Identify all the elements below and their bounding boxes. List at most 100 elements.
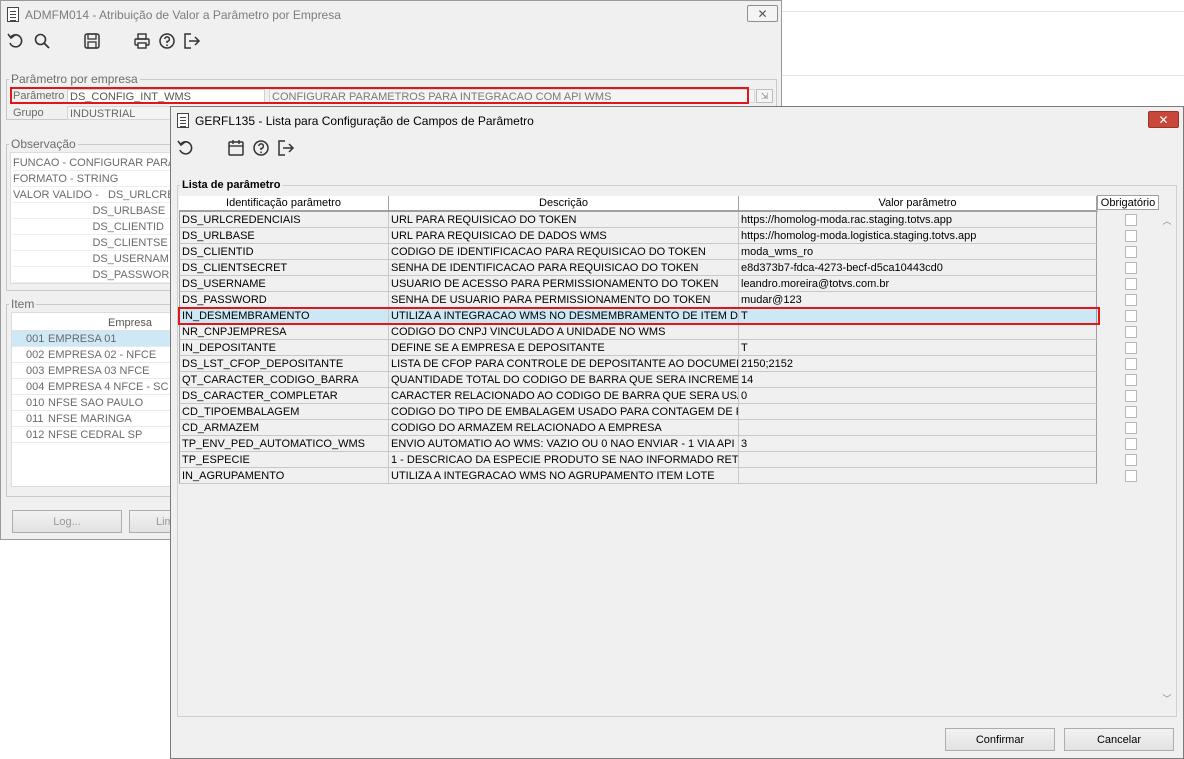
cell-descricao[interactable]: SENHA DE USUARIO PARA PERMISSIONAMENTO D… <box>389 292 739 308</box>
cell-identificacao[interactable]: TP_ENV_PED_AUTOMATICO_WMS <box>179 436 389 452</box>
cell-identificacao[interactable]: DS_CLIENTSECRET <box>179 260 389 276</box>
cell-identificacao[interactable]: IN_DEPOSITANTE <box>179 340 389 356</box>
table-row[interactable]: DS_URLBASE URL PARA REQUISICAO DE DADOS W… <box>179 228 1098 244</box>
column-header[interactable]: Obrigatório <box>1097 195 1159 210</box>
cell-valor[interactable]: https://homolog-moda.logistica.staging.t… <box>739 228 1097 244</box>
cell-descricao[interactable]: CODIGO DO CNPJ VINCULADO A UNIDADE NO WM… <box>389 324 739 340</box>
cell-identificacao[interactable]: QT_CARACTER_CODIGO_BARRA <box>179 372 389 388</box>
column-header[interactable]: Valor parâmetro <box>739 196 1097 211</box>
cell-identificacao[interactable]: TP_ESPECIE <box>179 452 389 468</box>
cell-identificacao[interactable]: IN_AGRUPAMENTO <box>179 468 389 484</box>
scroll-up-icon[interactable]: ︿ <box>1161 214 1173 226</box>
cell-valor[interactable]: e8d373b7-fdca-4273-becf-d5ca10443cd0 <box>739 260 1097 276</box>
cell-identificacao[interactable]: DS_CLIENTID <box>179 244 389 260</box>
cancel-button[interactable]: Cancelar <box>1064 728 1174 751</box>
lookup-button[interactable]: ⇲ <box>756 89 773 103</box>
cell-descricao[interactable]: USUARIO DE ACESSO PARA PERMISSIONAMENTO … <box>389 276 739 292</box>
help-icon[interactable] <box>251 138 271 158</box>
print-icon[interactable] <box>132 31 152 51</box>
cell-descricao[interactable]: CODIGO DE IDENTIFICACAO PARA REQUISICAO … <box>389 244 739 260</box>
table-row[interactable]: CD_ARMAZEM CODIGO DO ARMAZEM RELACIONADO … <box>179 420 1098 436</box>
table-row[interactable]: DS_PASSWORD SENHA DE USUARIO PARA PERMISS… <box>179 292 1098 308</box>
undo-icon[interactable] <box>176 138 196 158</box>
table-row[interactable]: IN_DEPOSITANTE DEFINE SE A EMPRESA E DEPO… <box>179 340 1098 356</box>
cell-identificacao[interactable]: DS_URLBASE <box>179 228 389 244</box>
cell-identificacao[interactable]: DS_USERNAME <box>179 276 389 292</box>
cell-identificacao[interactable]: DS_URLCREDENCIAIS <box>179 212 389 228</box>
obrigatorio-checkbox[interactable] <box>1125 422 1137 434</box>
cell-identificacao[interactable]: NR_CNPJEMPRESA <box>179 324 389 340</box>
cell-identificacao[interactable]: CD_TIPOEMBALAGEM <box>179 404 389 420</box>
cell-descricao[interactable]: 1 - DESCRICAO DA ESPECIE PRODUTO SE NAO … <box>389 452 739 468</box>
cell-descricao[interactable]: ENVIO AUTOMATIO AO WMS: VAZIO OU 0 NAO E… <box>389 436 739 452</box>
obrigatorio-checkbox[interactable] <box>1125 374 1137 386</box>
save-icon[interactable] <box>82 31 102 51</box>
calendar-icon[interactable] <box>226 138 246 158</box>
obrigatorio-checkbox[interactable] <box>1125 438 1137 450</box>
cell-valor[interactable]: moda_wms_ro <box>739 244 1097 260</box>
table-row[interactable]: DS_CLIENTSECRET SENHA DE IDENTIFICACAO PA… <box>179 260 1098 276</box>
exit-icon[interactable] <box>276 138 296 158</box>
column-header[interactable]: Descrição <box>389 196 739 211</box>
cell-valor[interactable]: T <box>739 340 1097 356</box>
cell-valor[interactable]: leandro.moreira@totvs.com.br <box>739 276 1097 292</box>
obrigatorio-checkbox[interactable] <box>1125 214 1137 226</box>
log-button[interactable]: Log... <box>12 510 122 533</box>
cell-valor[interactable]: mudar@123 <box>739 292 1097 308</box>
table-row[interactable]: DS_CLIENTID CODIGO DE IDENTIFICACAO PARA … <box>179 244 1098 260</box>
cell-valor[interactable]: 2150;2152 <box>739 356 1097 372</box>
table-row[interactable]: DS_CARACTER_COMPLETAR CARACTER RELACIONAD… <box>179 388 1098 404</box>
cell-identificacao[interactable]: DS_PASSWORD <box>179 292 389 308</box>
obrigatorio-checkbox[interactable] <box>1125 358 1137 370</box>
table-row[interactable]: QT_CARACTER_CODIGO_BARRA QUANTIDADE TOTAL… <box>179 372 1098 388</box>
cell-descricao[interactable]: URL PARA REQUISICAO DO TOKEN <box>389 212 739 228</box>
obrigatorio-checkbox[interactable] <box>1125 342 1137 354</box>
close-button[interactable]: ✕ <box>747 5 778 22</box>
cell-descricao[interactable]: CARACTER RELACIONADO AO CODIGO DE BARRA … <box>389 388 739 404</box>
table-row[interactable]: DS_USERNAME USUARIO DE ACESSO PARA PERMIS… <box>179 276 1098 292</box>
confirm-button[interactable]: Confirmar <box>945 728 1055 751</box>
exit-icon[interactable] <box>182 31 202 51</box>
cell-descricao[interactable]: URL PARA REQUISICAO DE DADOS WMS <box>389 228 739 244</box>
obrigatorio-checkbox[interactable] <box>1125 262 1137 274</box>
table-row[interactable]: TP_ENV_PED_AUTOMATICO_WMS ENVIO AUTOMATIO… <box>179 436 1098 452</box>
obrigatorio-checkbox[interactable] <box>1125 246 1137 258</box>
obrigatorio-checkbox[interactable] <box>1125 326 1137 338</box>
cell-valor[interactable] <box>739 468 1097 484</box>
cell-descricao[interactable]: SENHA DE IDENTIFICACAO PARA REQUISICAO D… <box>389 260 739 276</box>
table-row[interactable]: CD_TIPOEMBALAGEM CODIGO DO TIPO DE EMBALA… <box>179 404 1098 420</box>
cell-valor[interactable]: https://homolog-moda.rac.staging.totvs.a… <box>739 212 1097 228</box>
cell-descricao[interactable]: LISTA DE CFOP PARA CONTROLE DE DEPOSITAN… <box>389 356 739 372</box>
obrigatorio-checkbox[interactable] <box>1125 310 1137 322</box>
cell-identificacao[interactable]: CD_ARMAZEM <box>179 420 389 436</box>
table-row[interactable]: DS_URLCREDENCIAIS URL PARA REQUISICAO DO … <box>179 212 1098 228</box>
cell-identificacao[interactable]: DS_LST_CFOP_DEPOSITANTE <box>179 356 389 372</box>
cell-descricao[interactable]: CODIGO DO ARMAZEM RELACIONADO A EMPRESA <box>389 420 739 436</box>
undo-icon[interactable] <box>6 31 26 51</box>
cell-identificacao[interactable]: DS_CARACTER_COMPLETAR <box>179 388 389 404</box>
obrigatorio-checkbox[interactable] <box>1125 454 1137 466</box>
table-row[interactable]: DS_LST_CFOP_DEPOSITANTE LISTA DE CFOP PAR… <box>179 356 1098 372</box>
obrigatorio-checkbox[interactable] <box>1125 390 1137 402</box>
table-row[interactable]: NR_CNPJEMPRESA CODIGO DO CNPJ VINCULADO A… <box>179 324 1098 340</box>
obrigatorio-checkbox[interactable] <box>1125 294 1137 306</box>
cell-valor[interactable] <box>739 420 1097 436</box>
obrigatorio-checkbox[interactable] <box>1125 278 1137 290</box>
cell-valor[interactable]: 0 <box>739 388 1097 404</box>
cell-descricao[interactable]: UTILIZA A INTEGRACAO WMS NO AGRUPAMENTO … <box>389 468 739 484</box>
cell-valor[interactable] <box>739 452 1097 468</box>
table-row[interactable]: IN_AGRUPAMENTO UTILIZA A INTEGRACAO WMS N… <box>179 468 1098 484</box>
cell-descricao[interactable]: DEFINE SE A EMPRESA E DEPOSITANTE <box>389 340 739 356</box>
table-row[interactable]: TP_ESPECIE 1 - DESCRICAO DA ESPECIE PRODU… <box>179 452 1098 468</box>
cell-valor[interactable]: 3 <box>739 436 1097 452</box>
cell-descricao[interactable]: QUANTIDADE TOTAL DO CODIGO DE BARRA QUE … <box>389 372 739 388</box>
help-icon[interactable] <box>157 31 177 51</box>
obrigatorio-checkbox[interactable] <box>1125 406 1137 418</box>
scroll-down-icon[interactable]: ﹀ <box>1161 692 1173 704</box>
obrigatorio-checkbox[interactable] <box>1125 470 1137 482</box>
cell-valor[interactable]: 14 <box>739 372 1097 388</box>
cell-valor[interactable] <box>739 324 1097 340</box>
column-header[interactable]: Identificação parâmetro <box>179 196 389 211</box>
search-icon[interactable] <box>32 31 52 51</box>
cell-descricao[interactable]: CODIGO DO TIPO DE EMBALAGEM USADO PARA C… <box>389 404 739 420</box>
